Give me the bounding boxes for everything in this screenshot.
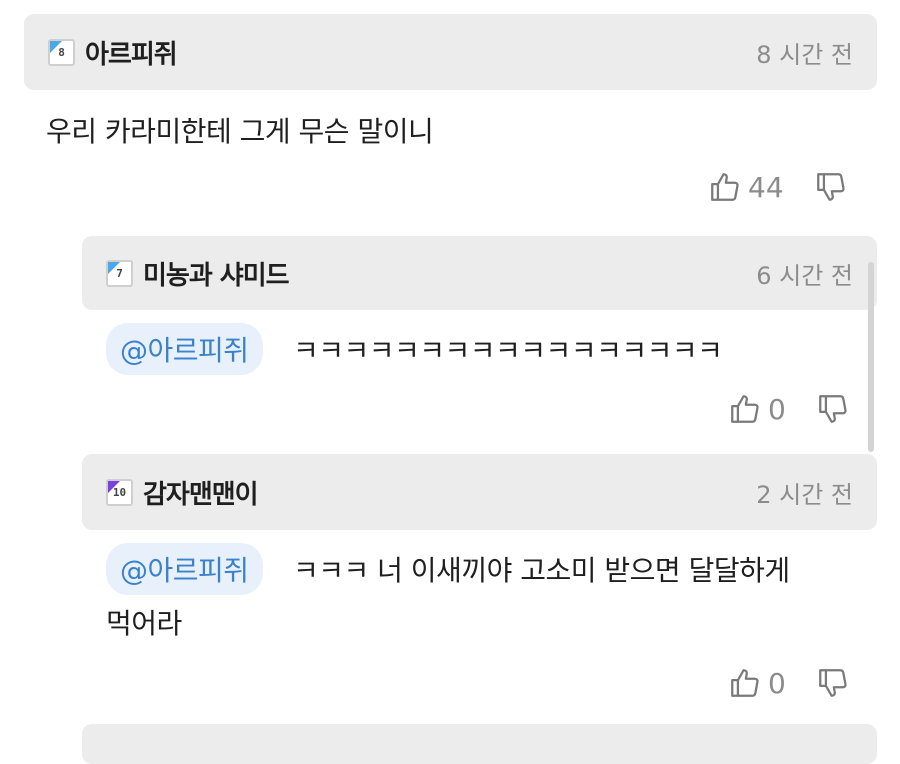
thumbs-up-icon[interactable]: [708, 170, 742, 204]
username[interactable]: 감자맨맨이: [143, 474, 259, 511]
like-count: 0: [768, 666, 786, 700]
timestamp: 8 시간 전: [756, 40, 853, 69]
comment-header: 8 아르피쥐 8 시간 전: [24, 14, 877, 90]
reply-body: @아르피쥐 ㅋㅋㅋㅋㅋㅋㅋㅋㅋㅋㅋㅋㅋㅋㅋㅋㅋ: [106, 323, 723, 375]
username[interactable]: 아르피쥐: [85, 34, 178, 71]
reply-header: 7 미농과 샤미드 6 시간 전: [82, 236, 877, 310]
reply-body: @아르피쥐 ㅋㅋㅋ 너 이새끼야 고소미 받으면 달달하게: [106, 543, 790, 595]
comment-text: 우리 카라미한테 그게 무슨 말이니: [46, 115, 434, 148]
thumbs-down-icon[interactable]: [816, 666, 850, 700]
mention-tag[interactable]: @아르피쥐: [106, 543, 263, 595]
thumbs-up-icon[interactable]: [728, 392, 762, 426]
scrollbar[interactable]: [868, 262, 874, 452]
reply-header: 10 감자맨맨이 2 시간 전: [82, 454, 877, 530]
level-badge-icon: 8: [48, 38, 75, 66]
level-badge-icon: 10: [106, 478, 133, 506]
like-count: 0: [768, 392, 786, 426]
reply-header-partial: [82, 724, 877, 764]
reply-text: ㅋㅋㅋㅋㅋㅋㅋㅋㅋㅋㅋㅋㅋㅋㅋㅋㅋ: [292, 334, 723, 367]
reply-text: ㅋㅋㅋ 너 이새끼야 고소미 받으면 달달하게: [292, 554, 790, 587]
thumbs-down-icon[interactable]: [814, 170, 848, 204]
vote-bar: 0: [728, 392, 850, 426]
mention-tag[interactable]: @아르피쥐: [106, 323, 263, 375]
vote-bar: 0: [728, 666, 850, 700]
timestamp: 6 시간 전: [756, 261, 853, 290]
username[interactable]: 미농과 샤미드: [143, 255, 290, 292]
thumbs-down-icon[interactable]: [816, 392, 850, 426]
reply-text-continued: 먹어라: [106, 607, 182, 640]
level-badge-icon: 7: [106, 259, 133, 287]
vote-bar: 44: [708, 170, 848, 204]
like-count: 44: [748, 170, 784, 204]
thumbs-up-icon[interactable]: [728, 666, 762, 700]
timestamp: 2 시간 전: [756, 480, 853, 509]
